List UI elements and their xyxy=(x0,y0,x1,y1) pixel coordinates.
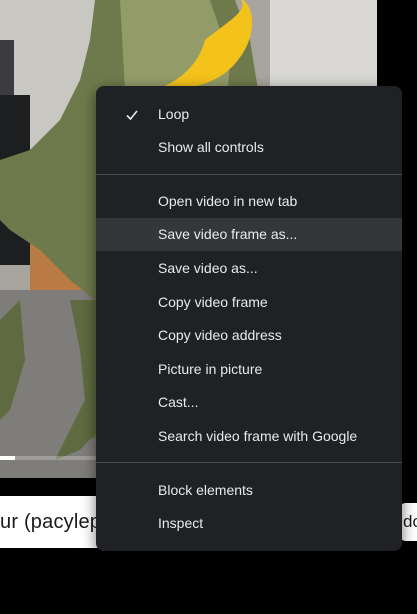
menu-item-picture-in-picture[interactable]: Picture in picture xyxy=(96,353,402,386)
video-title-area: ur (pacylep xyxy=(0,496,104,548)
menu-separator xyxy=(96,462,402,463)
menu-item-save-video-as[interactable]: Save video as... xyxy=(96,252,402,285)
menu-item-block-elements[interactable]: Block elements xyxy=(96,474,402,507)
menu-item-open-video-in-new-tab[interactable]: Open video in new tab xyxy=(96,185,402,218)
menu-item-label: Cast... xyxy=(158,394,199,410)
menu-item-label: Open video in new tab xyxy=(158,193,298,209)
menu-item-label: Block elements xyxy=(158,482,253,498)
menu-item-inspect[interactable]: Inspect xyxy=(96,507,402,540)
menu-separator xyxy=(96,174,402,175)
video-progress-fill xyxy=(0,456,16,460)
menu-item-copy-video-frame[interactable]: Copy video frame xyxy=(96,286,402,319)
menu-item-label: Copy video address xyxy=(158,327,282,343)
menu-item-loop[interactable]: Loop xyxy=(96,98,402,131)
menu-item-label: Save video as... xyxy=(158,260,258,276)
menu-item-label: Show all controls xyxy=(158,139,264,155)
menu-item-search-video-frame-with-google[interactable]: Search video frame with Google xyxy=(96,420,402,453)
menu-item-label: Search video frame with Google xyxy=(158,428,358,444)
menu-item-label: Save video frame as... xyxy=(158,226,298,242)
menu-item-label: Copy video frame xyxy=(158,294,268,310)
menu-item-save-video-frame-as[interactable]: Save video frame as... xyxy=(96,218,402,251)
menu-item-label: Loop xyxy=(158,106,190,122)
checkmark-icon xyxy=(126,110,138,121)
menu-item-label: Inspect xyxy=(158,515,204,531)
menu-item-show-all-controls[interactable]: Show all controls xyxy=(96,131,402,164)
menu-item-copy-video-address[interactable]: Copy video address xyxy=(96,319,402,352)
menu-item-label: Picture in picture xyxy=(158,361,263,377)
side-button-label: do xyxy=(403,512,417,531)
menu-item-cast[interactable]: Cast... xyxy=(96,386,402,419)
context-menu: Loop Show all controls Open video in new… xyxy=(96,86,402,551)
video-title: ur (pacylep xyxy=(0,511,102,533)
